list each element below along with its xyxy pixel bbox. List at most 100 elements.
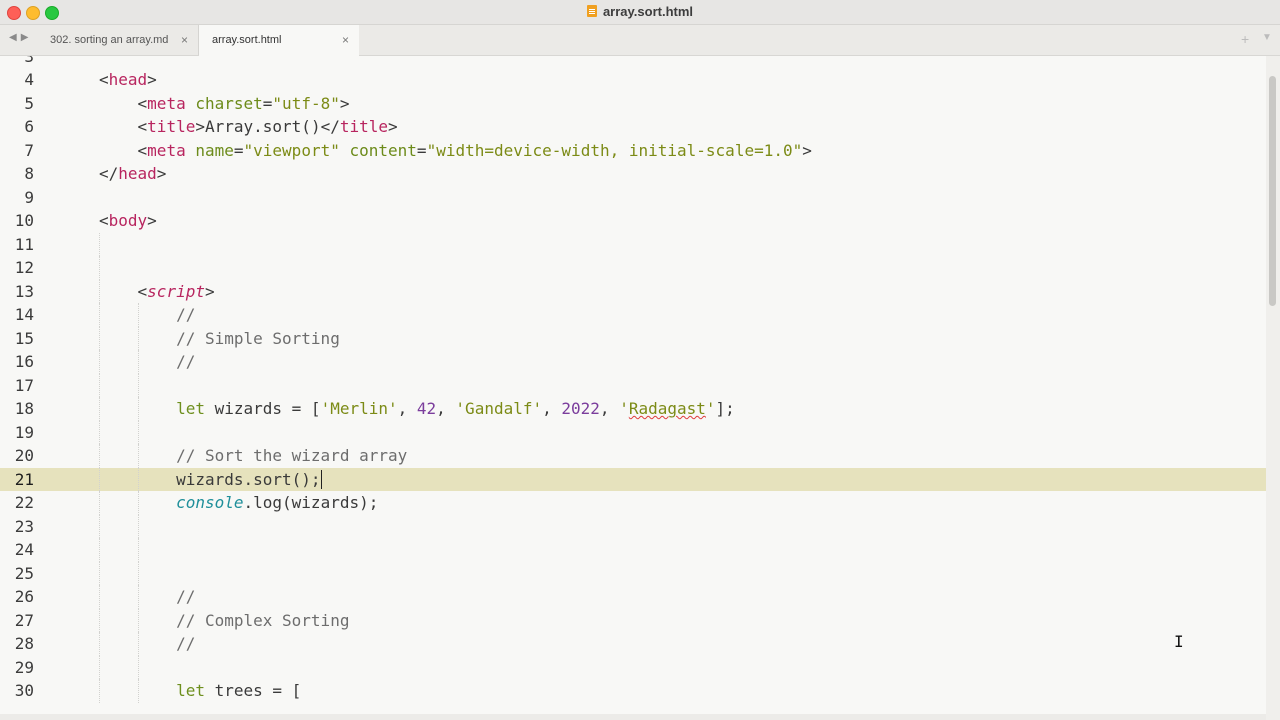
close-icon[interactable]: × <box>342 33 349 47</box>
tab-label: array.sort.html <box>212 34 282 46</box>
code-line[interactable]: 30 let trees = [ <box>0 679 1266 703</box>
line-number: 3 <box>24 56 34 66</box>
code-text[interactable]: console.log(wizards); <box>99 491 378 515</box>
tab-sorting-md[interactable]: 302. sorting an array.md × <box>40 25 199 55</box>
code-text[interactable]: let trees = [ <box>99 679 301 703</box>
code-text[interactable]: <script> <box>99 280 215 304</box>
code-line[interactable]: 25 <box>0 561 1266 585</box>
title-bar: array.sort.html <box>0 0 1280 25</box>
chevron-right-icon[interactable]: ▶ <box>21 32 33 43</box>
code-text[interactable]: // <box>99 303 195 327</box>
line-number: 19 <box>14 422 34 442</box>
code-line[interactable]: 10 <body> <box>0 209 1266 233</box>
code-line[interactable]: 14 // <box>0 303 1266 327</box>
code-line[interactable]: 19 <box>0 420 1266 444</box>
line-number: 18 <box>14 399 34 418</box>
window-title: array.sort.html <box>0 4 1280 19</box>
code-line[interactable]: 26 // <box>0 585 1266 609</box>
code-line[interactable]: 28 // <box>0 632 1266 656</box>
line-number: 7 <box>24 140 34 160</box>
indent-guide <box>137 655 140 679</box>
indent-guide <box>99 256 101 280</box>
code-line[interactable]: 9 <box>0 186 1266 210</box>
code-text[interactable]: <body> <box>99 209 157 233</box>
line-number: 22 <box>14 493 34 512</box>
indent-guide <box>137 420 140 444</box>
code-text[interactable]: // Sort the wizard array <box>99 444 407 468</box>
code-line[interactable]: 12 <box>0 256 1266 280</box>
code-text[interactable]: </head> <box>99 162 166 186</box>
code-line[interactable]: 5 <meta charset="utf-8"> <box>0 92 1266 116</box>
text-caret <box>320 469 323 489</box>
line-number: 12 <box>14 258 34 277</box>
code-text[interactable]: <meta name="viewport" content="width=dev… <box>99 139 812 163</box>
code-line[interactable]: 7 <meta name="viewport" content="width=d… <box>0 139 1266 163</box>
code-text[interactable]: wizards.sort(); <box>99 468 323 492</box>
close-icon[interactable]: × <box>181 33 188 47</box>
code-line[interactable]: 6 <title>Array.sort()</title> <box>0 115 1266 139</box>
code-line[interactable]: 16 // <box>0 350 1266 374</box>
code-line[interactable]: 21 wizards.sort(); <box>0 467 1266 492</box>
line-number: 25 <box>14 563 34 583</box>
code-line[interactable]: 22 console.log(wizards); <box>0 491 1266 515</box>
line-number: 9 <box>24 187 34 207</box>
code-line[interactable]: 27 // Complex Sorting <box>0 608 1266 633</box>
code-text[interactable]: // <box>99 585 195 609</box>
line-number: 14 <box>14 305 34 324</box>
line-number: 6 <box>24 117 34 136</box>
code-text[interactable]: let wizards = ['Merlin', 42, 'Gandalf', … <box>99 397 735 421</box>
code-line[interactable]: 23 <box>0 514 1266 538</box>
plus-icon[interactable]: + <box>1241 31 1249 47</box>
code-text[interactable]: <title>Array.sort()</title> <box>99 115 398 139</box>
indent-guide <box>99 514 101 538</box>
horizontal-scrollbar[interactable] <box>0 714 1266 720</box>
indent-guide <box>99 561 101 585</box>
code-line[interactable]: 11 <box>0 232 1266 256</box>
code-text[interactable]: <meta charset="utf-8"> <box>99 92 350 116</box>
code-text[interactable]: // <box>99 632 195 656</box>
code-line[interactable]: 4 <head> <box>0 68 1266 92</box>
chevron-left-icon[interactable]: ◀ <box>9 32 21 43</box>
code-line[interactable]: 20 // Sort the wizard array <box>0 444 1266 468</box>
tab-navigation: ◀▶ <box>9 32 32 43</box>
line-number: 29 <box>14 657 34 677</box>
code-line[interactable]: 18 let wizards = ['Merlin', 42, 'Gandalf… <box>0 397 1266 421</box>
code-text[interactable]: <head> <box>99 68 157 92</box>
code-line[interactable]: 15 // Simple Sorting <box>0 326 1266 351</box>
line-number: 20 <box>14 446 34 465</box>
indent-guide <box>137 538 140 562</box>
indent-guide <box>137 514 140 538</box>
tab-array-sort-html[interactable]: array.sort.html × <box>199 25 359 56</box>
line-number: 24 <box>14 540 34 559</box>
code-line[interactable]: 8 </head> <box>0 162 1266 186</box>
code-text[interactable]: // Simple Sorting <box>99 327 340 351</box>
scrollbar-thumb[interactable] <box>1269 76 1276 306</box>
code-editor[interactable]: 3 4 <head> 5 <meta charset="utf-8"> 6 <title… <box>0 56 1266 720</box>
tab-label: 302. sorting an array.md <box>50 34 169 46</box>
line-number: 28 <box>14 634 34 653</box>
code-text[interactable]: // <box>99 350 195 374</box>
code-text[interactable]: // Complex Sorting <box>99 609 349 633</box>
code-line[interactable]: 17 <box>0 373 1266 397</box>
line-number: 26 <box>14 587 34 606</box>
code-line[interactable]: 24 <box>0 538 1266 562</box>
indent-guide <box>99 373 101 397</box>
ibeam-cursor-icon: I <box>1174 632 1184 651</box>
html-file-icon <box>586 5 597 17</box>
line-number: 17 <box>14 375 34 395</box>
vertical-scrollbar[interactable] <box>1266 56 1280 720</box>
window-title-text: array.sort.html <box>602 4 694 19</box>
line-number: 13 <box>14 281 34 301</box>
indent-guide <box>137 561 140 585</box>
line-number: 21 <box>14 469 34 489</box>
line-number: 10 <box>14 211 34 230</box>
code-line[interactable]: 29 <box>0 655 1266 679</box>
code-line[interactable]: 3 <box>0 56 1266 68</box>
code-line[interactable]: 13 <script> <box>0 279 1266 304</box>
indent-guide <box>99 420 101 444</box>
indent-guide <box>99 655 101 679</box>
chevron-down-icon[interactable]: ▼ <box>1262 32 1272 43</box>
tab-bar: ◀▶ 302. sorting an array.md × array.sort… <box>0 25 1280 56</box>
indent-guide <box>99 538 101 562</box>
line-number: 23 <box>14 516 34 536</box>
